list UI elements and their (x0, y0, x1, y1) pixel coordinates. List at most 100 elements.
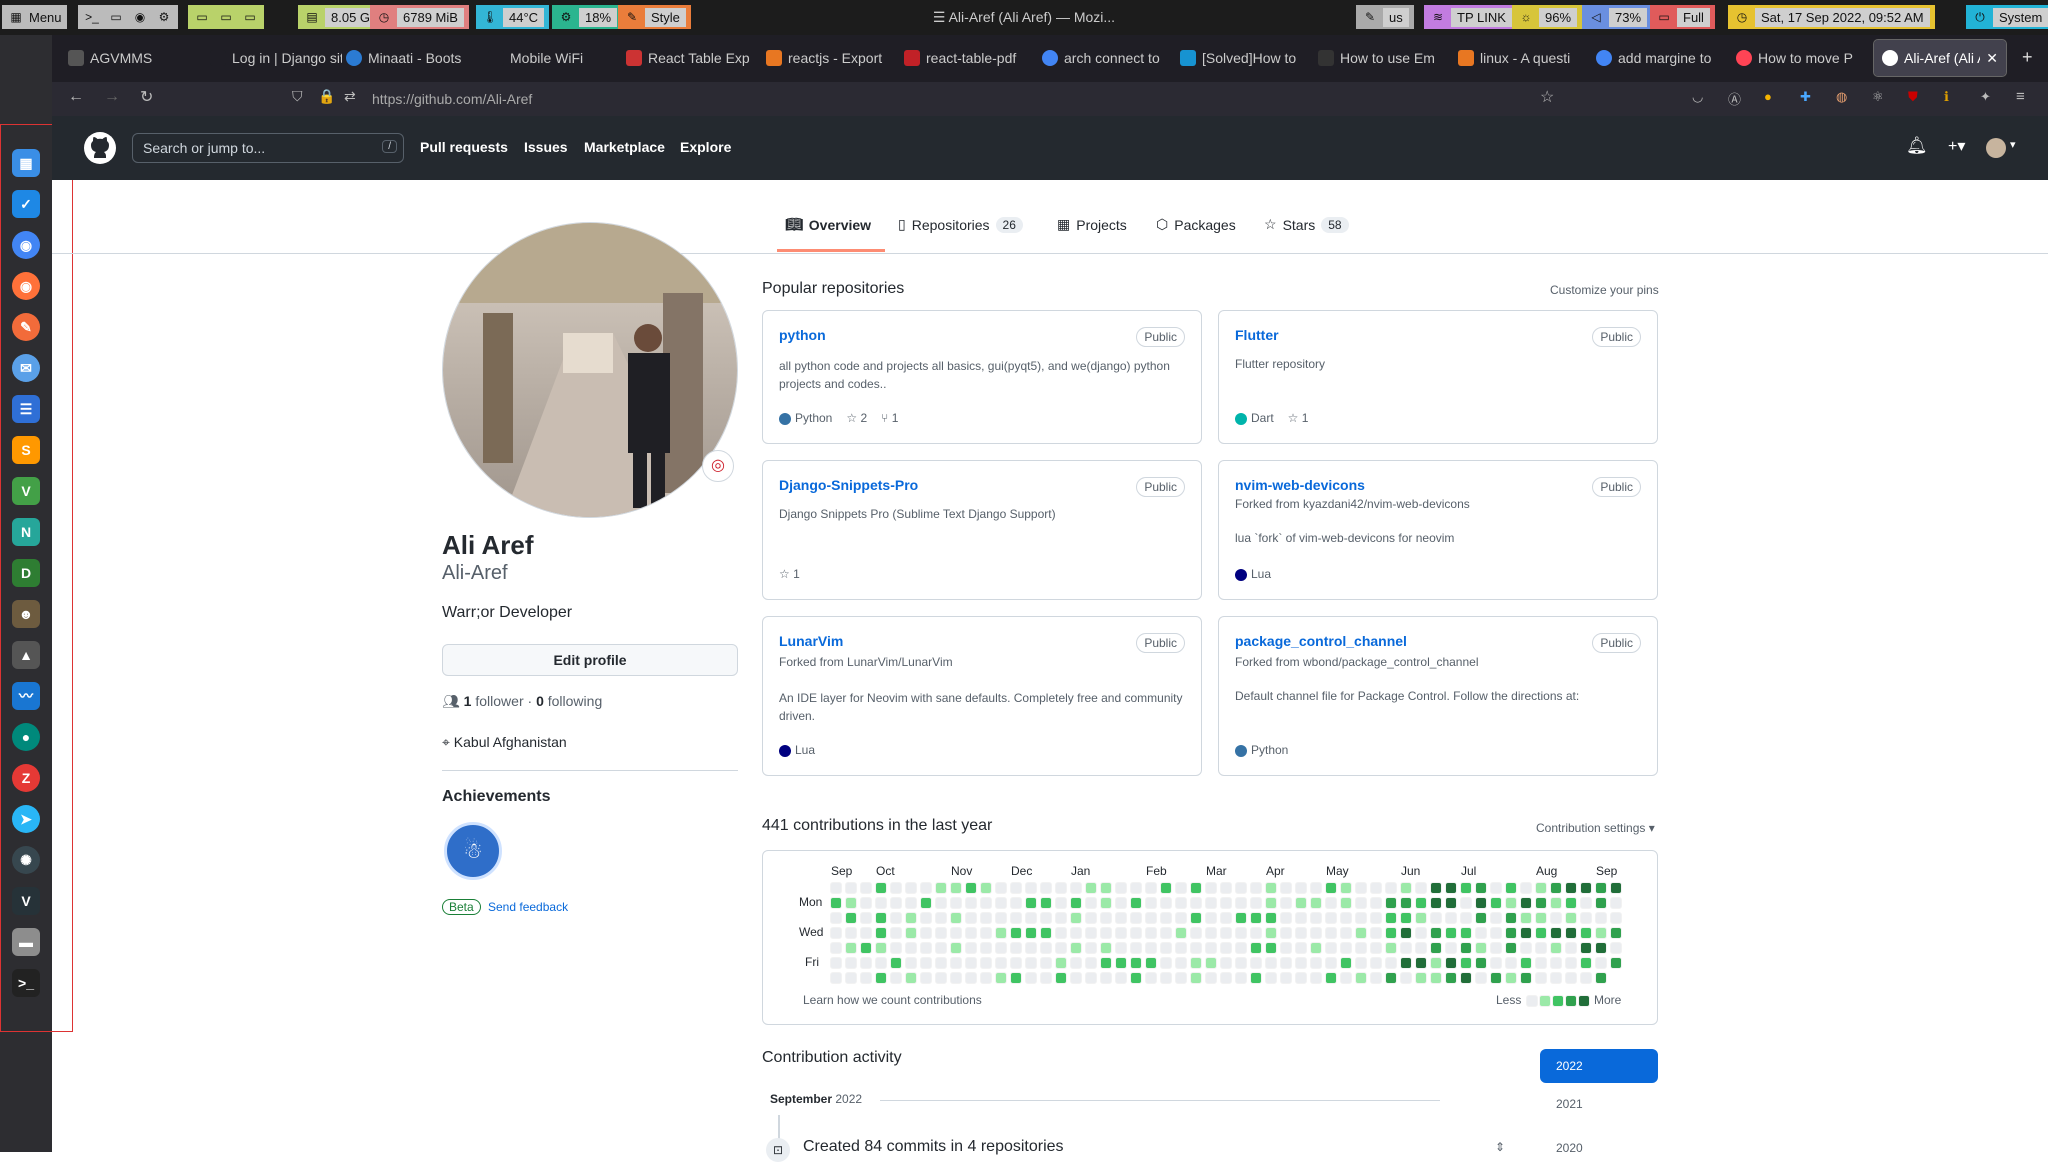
contribution-day[interactable] (1160, 927, 1172, 939)
contribution-day[interactable] (1475, 957, 1487, 969)
nav-explore[interactable]: Explore (680, 139, 731, 155)
contribution-day[interactable] (1175, 942, 1187, 954)
url-field[interactable]: https://github.com/Ali-Aref (372, 91, 532, 107)
contribution-day[interactable] (1190, 912, 1202, 924)
contribution-day[interactable] (1220, 942, 1232, 954)
contribution-day[interactable] (935, 897, 947, 909)
contribution-day[interactable] (1115, 957, 1127, 969)
contribution-day[interactable] (1505, 942, 1517, 954)
extension-icon[interactable]: ✚ (1800, 89, 1811, 105)
contribution-day[interactable] (1430, 942, 1442, 954)
contribution-day[interactable] (830, 912, 842, 924)
contribution-day[interactable] (1565, 942, 1577, 954)
contribution-day[interactable] (1430, 957, 1442, 969)
contribution-day[interactable] (1085, 912, 1097, 924)
contribution-day[interactable] (1145, 912, 1157, 924)
contribution-day[interactable] (1325, 897, 1337, 909)
contribution-day[interactable] (860, 927, 872, 939)
contribution-day[interactable] (1325, 912, 1337, 924)
browser-tab[interactable]: How to move P (1728, 40, 1868, 76)
contribution-day[interactable] (1535, 882, 1547, 894)
contribution-day[interactable] (1130, 882, 1142, 894)
contribution-day[interactable] (1085, 927, 1097, 939)
contribution-day[interactable] (1130, 942, 1142, 954)
contribution-day[interactable] (920, 972, 932, 984)
contribution-day[interactable] (1070, 912, 1082, 924)
contribution-day[interactable] (980, 942, 992, 954)
contribution-day[interactable] (1190, 882, 1202, 894)
contribution-day[interactable] (1175, 897, 1187, 909)
browser-tab[interactable]: Mobile WiFi (480, 40, 620, 76)
contribution-day[interactable] (1565, 897, 1577, 909)
year-2022-button[interactable]: 2022 (1540, 1049, 1658, 1083)
contribution-day[interactable] (1265, 927, 1277, 939)
browser-tab[interactable]: React Table Exp (618, 40, 758, 76)
contribution-day[interactable] (1040, 927, 1052, 939)
contribution-day[interactable] (1280, 942, 1292, 954)
repo-name-link[interactable]: package_control_channel (1235, 633, 1407, 649)
contribution-day[interactable] (1235, 927, 1247, 939)
contribution-day[interactable] (1280, 912, 1292, 924)
contribution-day[interactable] (1010, 912, 1022, 924)
contribution-day[interactable] (1145, 897, 1157, 909)
contribution-day[interactable] (845, 972, 857, 984)
contribution-day[interactable] (875, 927, 887, 939)
contribution-day[interactable] (1010, 942, 1022, 954)
contribution-day[interactable] (875, 912, 887, 924)
contribution-day[interactable] (1415, 957, 1427, 969)
contribution-day[interactable] (1595, 912, 1607, 924)
send-feedback-link[interactable]: Send feedback (488, 900, 568, 914)
contribution-day[interactable] (860, 912, 872, 924)
customize-pins-link[interactable]: Customize your pins (1550, 283, 1659, 297)
contribution-day[interactable] (1295, 927, 1307, 939)
contribution-day[interactable] (1085, 972, 1097, 984)
contribution-day[interactable] (1460, 972, 1472, 984)
contribution-day[interactable] (935, 972, 947, 984)
contribution-day[interactable] (1070, 927, 1082, 939)
repo-forks[interactable]: ⑂ 1 (881, 411, 898, 425)
contribution-day[interactable] (1610, 957, 1622, 969)
contribution-day[interactable] (965, 972, 977, 984)
contribution-day[interactable] (1310, 942, 1322, 954)
contribution-day[interactable] (890, 882, 902, 894)
contribution-day[interactable] (1220, 957, 1232, 969)
contribution-day[interactable] (1295, 957, 1307, 969)
contribution-day[interactable] (1415, 972, 1427, 984)
contribution-day[interactable] (1325, 972, 1337, 984)
contribution-day[interactable] (1010, 882, 1022, 894)
contribution-day[interactable] (1085, 897, 1097, 909)
contribution-day[interactable] (1520, 972, 1532, 984)
contribution-day[interactable] (1580, 972, 1592, 984)
achievement-badge-icon[interactable]: ☃ (444, 822, 502, 880)
contribution-day[interactable] (1085, 942, 1097, 954)
contribution-day[interactable] (920, 942, 932, 954)
contribution-day[interactable] (1475, 912, 1487, 924)
back-icon[interactable]: ← (68, 88, 84, 106)
contribution-day[interactable] (1295, 972, 1307, 984)
contribution-day[interactable] (980, 882, 992, 894)
contribution-day[interactable] (875, 957, 887, 969)
contribution-day[interactable] (1610, 927, 1622, 939)
contribution-day[interactable] (1610, 912, 1622, 924)
contribution-day[interactable] (1310, 957, 1322, 969)
contribution-day[interactable] (1460, 942, 1472, 954)
contribution-day[interactable] (935, 957, 947, 969)
contribution-day[interactable] (1385, 972, 1397, 984)
contribution-day[interactable] (860, 897, 872, 909)
contribution-day[interactable] (1490, 957, 1502, 969)
contribution-day[interactable] (1115, 897, 1127, 909)
contribution-day[interactable] (1445, 897, 1457, 909)
nav-pull-requests[interactable]: Pull requests (420, 139, 508, 155)
pocket-icon[interactable]: ◡ (1692, 89, 1703, 105)
contribution-day[interactable] (1160, 897, 1172, 909)
contribution-day[interactable] (980, 972, 992, 984)
contribution-day[interactable] (1610, 882, 1622, 894)
contribution-day[interactable] (980, 957, 992, 969)
contribution-day[interactable] (1415, 897, 1427, 909)
contribution-day[interactable] (830, 897, 842, 909)
contribution-day[interactable] (950, 972, 962, 984)
tab-projects[interactable]: ▦ Projects (1057, 216, 1127, 233)
contribution-day[interactable] (1010, 972, 1022, 984)
contribution-day[interactable] (1430, 972, 1442, 984)
contribution-day[interactable] (1160, 972, 1172, 984)
